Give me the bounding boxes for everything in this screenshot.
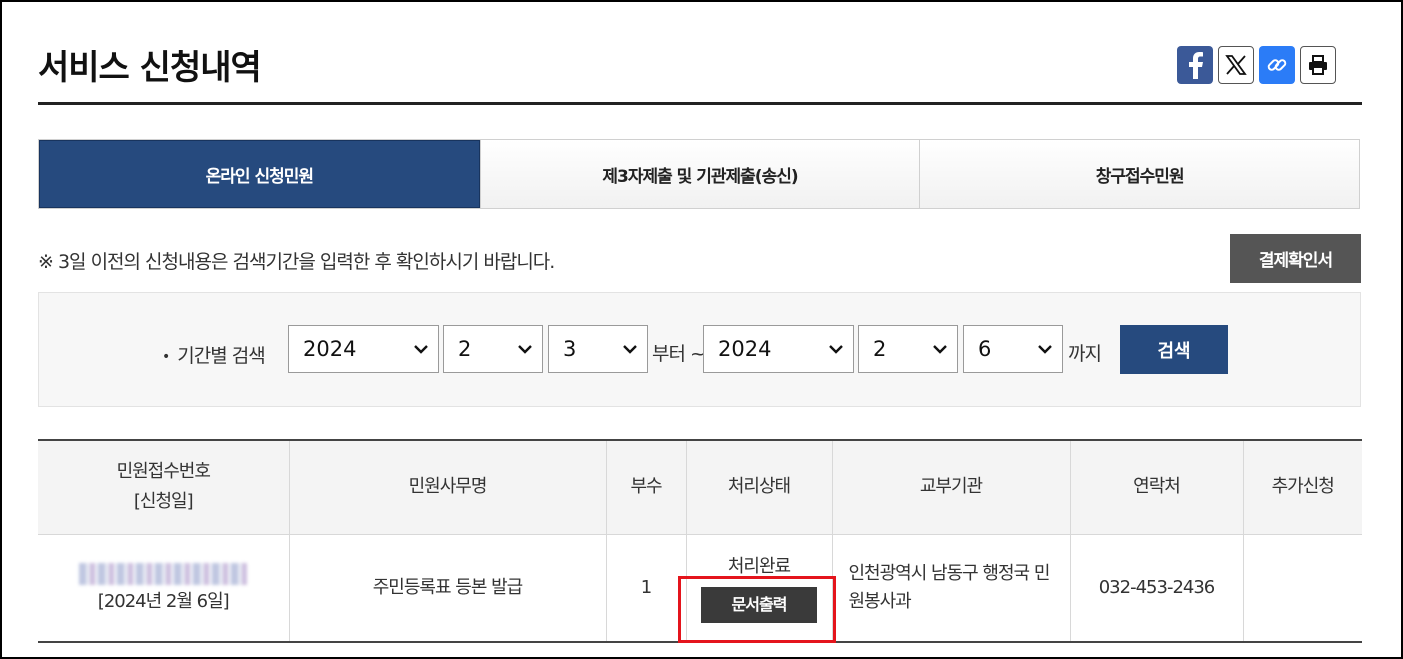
search-label: • 기간별 검색 (162, 341, 266, 368)
to-day-value: 6 (978, 337, 992, 361)
header-additional: 추가신청 (1242, 440, 1362, 535)
search-button[interactable]: 검색 (1120, 325, 1228, 374)
from-suffix: 부터 ~ (652, 343, 706, 365)
share-bar (1177, 46, 1336, 84)
cell-receipt-no: [2024년 2월 6일] (38, 534, 289, 642)
header-apply-date-text: [신청일] (133, 491, 194, 513)
cell-copies: 1 (605, 534, 686, 642)
tab-counter-applications[interactable]: 창구접수민원 (919, 140, 1360, 208)
to-day-select[interactable]: 6 (963, 325, 1063, 373)
to-month-select[interactable]: 2 (858, 325, 958, 373)
tab-third-party-submission[interactable]: 제3자제출 및 기관제출(송신) (479, 140, 920, 208)
notice-text: ※ 3일 이전의 신청내용은 검색기간을 입력한 후 확인하시기 바랍니다. (38, 251, 555, 273)
header-service-name: 민원사무명 (288, 440, 606, 535)
header-receipt-no: 민원접수번호 [신청일] (38, 440, 289, 535)
from-year-select[interactable]: 2024 (288, 325, 439, 373)
x-icon (1225, 55, 1247, 75)
from-day-select[interactable]: 3 (548, 325, 648, 373)
redacted-receipt-number (79, 562, 248, 585)
highlight-box (678, 576, 836, 643)
x-share-button[interactable] (1218, 46, 1254, 84)
bullet-icon: • (162, 348, 170, 365)
facebook-share-button[interactable] (1177, 46, 1213, 84)
chevron-down-icon (414, 345, 428, 354)
from-month-select[interactable]: 2 (443, 325, 543, 373)
cell-contact: 032-453-2436 (1069, 534, 1243, 642)
to-year-value: 2024 (718, 337, 772, 361)
cell-issuing-org: 인천광역시 남동구 행정국 민원봉사과 (831, 534, 1070, 642)
tab-bar: 온라인 신청민원 제3자제출 및 기관제출(송신) 창구접수민원 (38, 139, 1360, 209)
tab-online-applications[interactable]: 온라인 신청민원 (39, 140, 480, 208)
status-text: 처리완료 (727, 555, 791, 577)
from-month-value: 2 (458, 337, 472, 361)
payment-receipt-button[interactable]: 결제확인서 (1230, 234, 1361, 283)
print-icon (1309, 55, 1327, 75)
chevron-down-icon (829, 345, 843, 354)
header-contact: 연락처 (1069, 440, 1243, 535)
link-icon (1267, 59, 1287, 71)
copy-link-button[interactable] (1259, 46, 1295, 84)
cell-service-name: 주민등록표 등본 발급 (288, 534, 606, 642)
table-header-row: 민원접수번호 [신청일] 민원사무명 부수 처리상태 교부기관 연락처 추가신청 (38, 440, 1362, 535)
title-divider (38, 102, 1362, 105)
from-year-value: 2024 (303, 337, 357, 361)
cell-additional[interactable] (1242, 534, 1362, 642)
to-year-select[interactable]: 2024 (703, 325, 854, 373)
chevron-down-icon (623, 345, 637, 354)
cell-apply-date: [2024년 2월 6일] (97, 590, 230, 612)
to-month-value: 2 (873, 337, 887, 361)
to-suffix: 까지 (1068, 343, 1102, 365)
header-receipt-no-text: 민원접수번호 (116, 461, 211, 483)
page-title: 서비스 신청내역 (38, 48, 262, 88)
page-frame: 서비스 신청내역 온라인 신청민원 제3자제출 및 기관제출(송신) 창구접수민… (0, 0, 1403, 659)
header-status: 처리상태 (685, 440, 832, 535)
chevron-down-icon (1038, 345, 1052, 354)
chevron-down-icon (933, 345, 947, 354)
header-copies: 부수 (605, 440, 686, 535)
chevron-down-icon (518, 345, 532, 354)
from-day-value: 3 (563, 337, 577, 361)
header-issuing-org: 교부기관 (831, 440, 1070, 535)
facebook-icon (1189, 52, 1203, 79)
print-button[interactable] (1300, 46, 1336, 84)
search-label-text: 기간별 검색 (177, 345, 265, 367)
